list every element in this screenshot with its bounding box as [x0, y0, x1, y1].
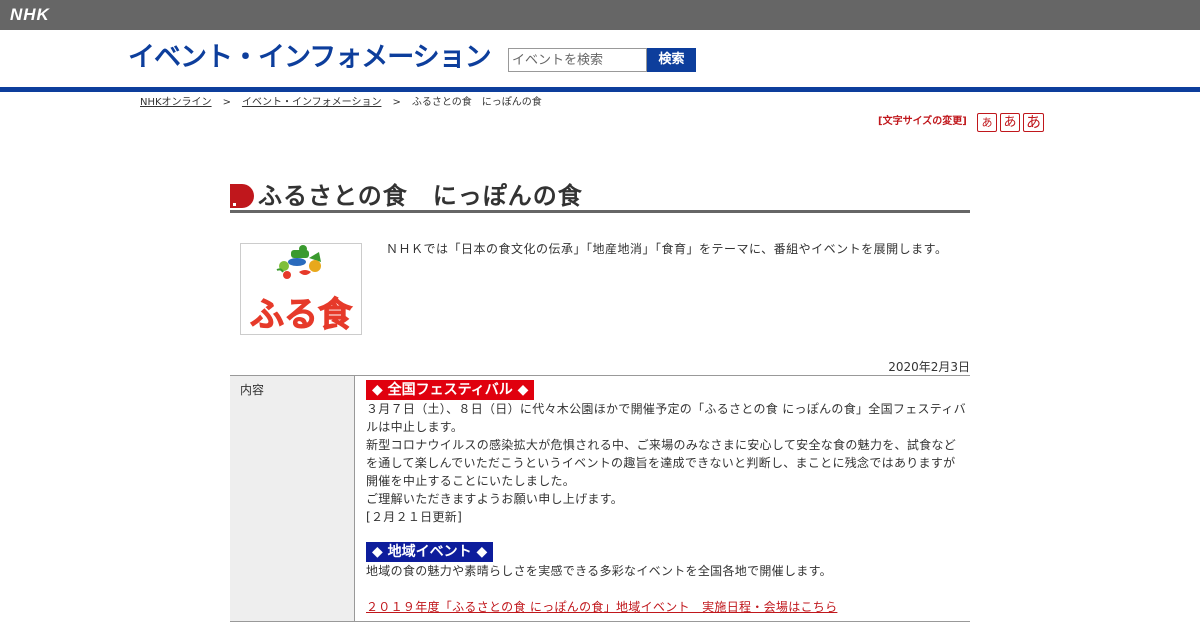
- regional-events-banner: ◆ 地域イベント ◆: [366, 542, 494, 562]
- festival-reason-text: 新型コロナウイルスの感染拡大が危惧される中、ご来場のみなさまに安心して安全な食の…: [366, 438, 957, 488]
- search-button[interactable]: 検索: [647, 48, 696, 72]
- furushoku-logo-icon: ふる食: [250, 245, 353, 336]
- breadcrumb-separator: >: [222, 97, 231, 108]
- furushoku-logo: ふる食: [240, 243, 362, 336]
- regional-events-link[interactable]: ２０１９年度「ふるさとの食 にっぽんの食」地域イベント 実施日程・会場はこちら: [366, 598, 837, 616]
- breadcrumb: NHKオンライン > イベント・インフォメーション > ふるさとの食 にっぽんの食: [140, 97, 542, 109]
- breadcrumb-link-nhk-online[interactable]: NHKオンライン: [140, 97, 212, 108]
- national-festival-banner: ◆ 全国フェスティバル ◆: [366, 380, 535, 400]
- breadcrumb-separator: >: [392, 97, 401, 108]
- table-header-label: 内容: [240, 383, 265, 397]
- font-size-large-button[interactable]: あ: [1023, 113, 1044, 132]
- festival-cancel-text: ３月７日（土）、８日（日）に代々木公園ほかで開催予定の「ふるさとの食 にっぽんの…: [366, 402, 966, 434]
- publish-date: 2020年2月3日: [888, 360, 970, 374]
- search-input[interactable]: [508, 48, 647, 72]
- breadcrumb-link-event-info[interactable]: イベント・インフォメーション: [242, 97, 382, 108]
- header-divider: [0, 87, 1200, 92]
- breadcrumb-current: ふるさとの食 にっぽんの食: [411, 97, 542, 108]
- festival-updated-text: [２月２１日更新]: [366, 510, 463, 524]
- table-header-cell: 内容: [230, 376, 355, 621]
- table-content-cell: ◆ 全国フェスティバル ◆ ３月７日（土）、８日（日）に代々木公園ほかで開催予定…: [356, 376, 970, 621]
- font-size-small-button[interactable]: あ: [977, 113, 997, 132]
- festival-apology-text: ご理解いただきますようお願い申し上げます。: [366, 492, 624, 506]
- page-title: ふるさとの食 にっぽんの食: [258, 182, 583, 210]
- intro-text: ＮＨＫでは「日本の食文化の伝承」「地産地消」「食育」をテーマに、番組やイベントを…: [386, 242, 948, 256]
- site-title[interactable]: イベント・インフォメーション: [128, 42, 492, 74]
- page-heading: ふるさとの食 にっぽんの食: [230, 181, 970, 213]
- top-bar: NHK: [0, 0, 1200, 30]
- info-table: 内容 ◆ 全国フェスティバル ◆ ３月７日（土）、８日（日）に代々木公園ほかで開…: [230, 375, 970, 622]
- logo-lettering: ふる食: [250, 295, 353, 334]
- heading-marker-icon: [230, 184, 254, 208]
- font-size-medium-button[interactable]: あ: [1000, 113, 1020, 132]
- regional-events-text: 地域の食の魅力や素晴らしさを実感できる多彩なイベントを全国各地で開催します。: [366, 564, 832, 578]
- nhk-logo[interactable]: NHK: [10, 6, 50, 24]
- font-size-label: [文字サイズの変更]: [878, 116, 967, 127]
